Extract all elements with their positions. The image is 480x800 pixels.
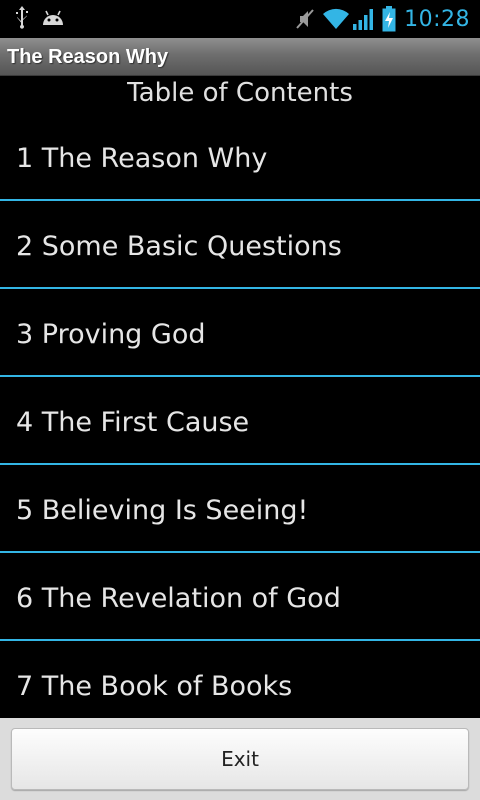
toc-item-label: 6 The Revelation of God: [16, 583, 341, 614]
toc-item-label: 1 The Reason Why: [16, 143, 268, 174]
wifi-icon: [322, 8, 350, 30]
toc-item-label: 5 Believing Is Seeing!: [16, 495, 309, 526]
toc-item-label: 4 The First Cause: [16, 407, 250, 438]
toc-list[interactable]: 1 The Reason Why 2 Some Basic Questions …: [0, 113, 480, 718]
usb-icon: [14, 5, 30, 33]
clock: 10:28: [404, 6, 470, 32]
toc-item-label: 3 Proving God: [16, 319, 206, 350]
toc-item-label: 2 Some Basic Questions: [16, 231, 342, 262]
toc-item-2[interactable]: 2 Some Basic Questions: [0, 201, 480, 289]
toc-item-4[interactable]: 4 The First Cause: [0, 377, 480, 465]
exit-button[interactable]: Exit: [11, 728, 469, 790]
android-debug-icon: [40, 7, 66, 31]
toc-item-7[interactable]: 7 The Book of Books: [0, 641, 480, 718]
toc-item-label: 7 The Book of Books: [16, 671, 293, 702]
toc-heading: Table of Contents: [127, 78, 353, 108]
toc-item-6[interactable]: 6 The Revelation of God: [0, 553, 480, 641]
mute-icon: [294, 7, 316, 31]
app-title: The Reason Why: [7, 46, 169, 68]
bottom-bar: Exit: [0, 718, 480, 800]
signal-icon: [352, 7, 376, 31]
battery-charging-icon: [382, 6, 396, 32]
exit-button-label: Exit: [221, 747, 259, 771]
notification-icons: [14, 6, 66, 32]
toc-item-1[interactable]: 1 The Reason Why: [0, 113, 480, 201]
status-bar: 10:28: [0, 0, 480, 38]
toc-item-5[interactable]: 5 Believing Is Seeing!: [0, 465, 480, 553]
system-icons: 10:28: [294, 4, 470, 34]
app-title-bar: The Reason Why: [0, 38, 480, 76]
toc-item-3[interactable]: 3 Proving God: [0, 289, 480, 377]
